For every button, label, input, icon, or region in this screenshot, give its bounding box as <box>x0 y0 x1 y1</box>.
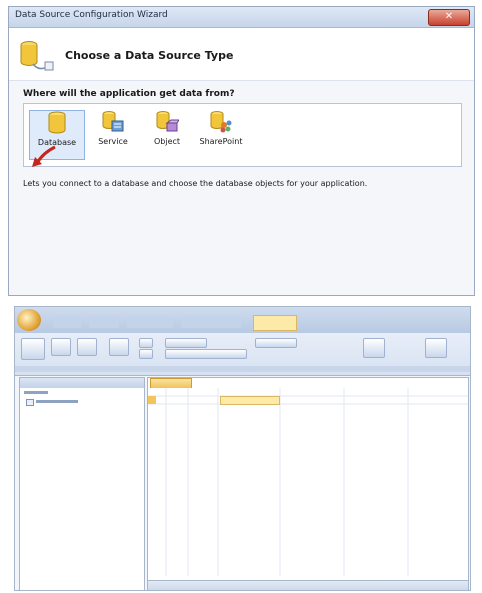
service-icon <box>102 111 124 132</box>
table-icon <box>26 399 34 406</box>
data-source-description: Lets you connect to a database and choos… <box>23 179 368 188</box>
ribbon-tab[interactable] <box>181 316 241 328</box>
wizard-window: Data Source Configuration Wizard ✕ Choos… <box>8 6 475 296</box>
ribbon-group-labels <box>15 366 470 372</box>
document-area <box>147 377 469 591</box>
wizard-titlebar[interactable]: Data Source Configuration Wizard ✕ <box>9 7 474 28</box>
page-title: Choose a Data Source Type <box>65 49 234 62</box>
data-source-question: Where will the application get data from… <box>23 89 235 99</box>
access-window <box>14 306 471 591</box>
navigation-pane-header[interactable] <box>20 378 144 388</box>
data-source-type-list: Database Service Object SharePoint <box>23 103 462 167</box>
ribbon-button[interactable] <box>109 338 129 356</box>
ribbon-tab[interactable] <box>89 316 119 328</box>
navigation-group[interactable] <box>24 391 48 394</box>
ribbon-button[interactable] <box>51 338 71 356</box>
ribbon <box>15 333 470 376</box>
ribbon-dropdown[interactable] <box>255 338 297 348</box>
navigation-item[interactable] <box>36 400 78 403</box>
database-icon <box>48 111 66 134</box>
ribbon-button[interactable] <box>139 349 153 359</box>
ribbon-dropdown[interactable] <box>165 349 247 359</box>
choice-object[interactable]: Object <box>140 110 194 158</box>
choice-sharepoint[interactable]: SharePoint <box>194 110 248 158</box>
record-navigation-bar[interactable] <box>148 580 468 590</box>
sharepoint-icon <box>210 111 232 133</box>
choice-service[interactable]: Service <box>86 110 140 158</box>
close-button[interactable]: ✕ <box>428 9 470 26</box>
office-button[interactable] <box>17 309 41 331</box>
close-icon: ✕ <box>444 11 454 22</box>
ribbon-button[interactable] <box>139 338 153 348</box>
wizard-window-title: Data Source Configuration Wizard <box>15 10 168 20</box>
choice-label: Service <box>98 137 128 146</box>
wizard-header: Choose a Data Source Type <box>9 28 474 81</box>
choice-label: SharePoint <box>199 137 243 146</box>
ribbon-tab-bar <box>15 307 470 333</box>
object-icon <box>156 111 179 132</box>
data-source-icon <box>20 41 54 71</box>
ribbon-tab-active[interactable] <box>253 315 297 331</box>
ribbon-button[interactable] <box>21 338 45 360</box>
ribbon-button[interactable] <box>363 338 385 358</box>
ribbon-button[interactable] <box>77 338 97 356</box>
column-header-highlight <box>220 396 280 405</box>
choice-label: Object <box>153 137 181 146</box>
ribbon-tab[interactable] <box>127 316 173 328</box>
ribbon-dropdown[interactable] <box>165 338 207 348</box>
datasheet-grid[interactable] <box>148 388 468 576</box>
navigation-pane <box>19 377 145 591</box>
ribbon-button[interactable] <box>425 338 447 358</box>
ribbon-tab[interactable] <box>53 316 81 328</box>
pointer-arrow-icon <box>32 145 56 167</box>
